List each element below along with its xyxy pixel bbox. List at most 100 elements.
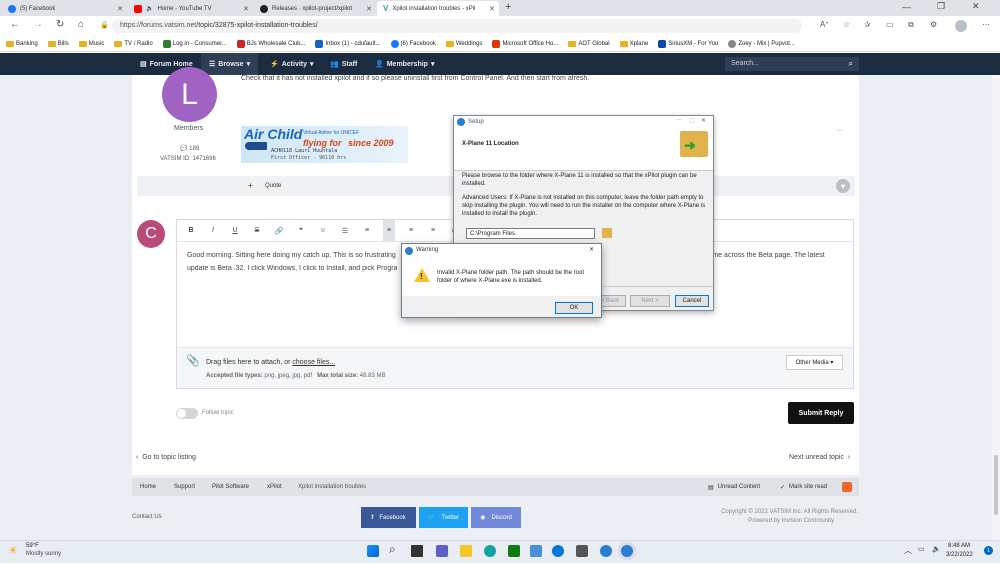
next-unread-topic-link[interactable]: Next unread topic › <box>789 454 850 461</box>
setup-taskbar-icon[interactable] <box>621 545 633 557</box>
minimize-button[interactable]: — <box>676 117 682 123</box>
page-scrollbar[interactable] <box>992 75 1000 540</box>
clock-time[interactable]: 8:48 AM <box>948 543 970 549</box>
back-arrow-icon[interactable]: ← <box>10 19 20 30</box>
other-media-button[interactable]: Other Media ▾ <box>786 355 843 370</box>
breadcrumb-support[interactable]: Support <box>174 478 195 496</box>
favorites-icon[interactable]: ✰ <box>864 20 871 29</box>
tab-xpilot-topic[interactable]: V Xpilot installation troubles - xPil ✕ <box>377 1 499 16</box>
nav-staff[interactable]: 👥 Staff <box>330 53 357 75</box>
align-right-icon[interactable]: ≡ <box>427 227 439 234</box>
volume-icon[interactable]: 🔈 <box>932 545 941 553</box>
xbox-icon[interactable] <box>508 545 520 557</box>
app-icon[interactable] <box>576 545 588 557</box>
go-to-topic-listing-link[interactable]: ‹ Go to topic listing <box>136 454 196 461</box>
follow-topic-toggle[interactable] <box>176 408 198 419</box>
maximize-button[interactable]: ❐ <box>937 1 945 12</box>
multiquote-plus-icon[interactable]: + <box>248 181 253 190</box>
xplane-path-input[interactable]: C:\Program Files <box>466 228 595 239</box>
contact-us-link[interactable]: Contact Us <box>132 514 162 520</box>
search-icon[interactable]: ⌕ <box>849 59 853 69</box>
collections-icon[interactable]: ⧉ <box>908 20 914 30</box>
breadcrumb-xpilot[interactable]: xPilot <box>267 478 282 496</box>
clock-date[interactable]: 3/22/2022 <box>946 552 973 558</box>
app-icon[interactable] <box>530 545 542 557</box>
attachment-dropzone[interactable] <box>177 347 853 388</box>
scrollbar-thumb[interactable] <box>994 455 998 515</box>
bookmark-link[interactable]: (6) Facebook <box>390 39 436 48</box>
refresh-icon[interactable]: ↻ <box>56 19 64 30</box>
bookmark-folder[interactable]: Music <box>78 40 104 47</box>
strikethrough-icon[interactable]: S <box>251 227 263 234</box>
link-icon[interactable]: 🔗 <box>273 227 285 235</box>
edge-browser-icon[interactable] <box>484 545 496 557</box>
extensions-icon[interactable]: ⚙ <box>930 20 937 29</box>
twitter-button[interactable]: 🐦 Twitter <box>419 507 468 528</box>
browse-folder-icon[interactable] <box>602 228 612 238</box>
quote-icon[interactable]: ❞ <box>295 227 307 235</box>
tab-facebook[interactable]: (5) Facebook ✕ <box>2 1 127 16</box>
bookmark-link[interactable]: Zoey - Mix | Pupvot... <box>728 39 795 48</box>
app-icon[interactable] <box>600 545 612 557</box>
breadcrumb-home[interactable]: Home <box>140 478 156 496</box>
close-tab-icon[interactable]: ✕ <box>117 5 123 13</box>
teams-chat-icon[interactable] <box>436 545 448 557</box>
warning-close-button[interactable]: ✕ <box>589 246 594 253</box>
weather-desc[interactable]: Mostly sunny <box>26 551 61 557</box>
app-icon[interactable] <box>552 545 564 557</box>
url-field[interactable]: https://forums.vatsim.net/topic/32875-xp… <box>112 19 802 33</box>
tab-youtube-tv[interactable]: 🔈 Home - YouTube TV ✕ <box>128 1 253 16</box>
windows-start-icon[interactable] <box>367 545 379 557</box>
breadcrumb-pilot-software[interactable]: Pilot Software <box>212 478 249 496</box>
new-tab-button[interactable]: + <box>505 1 511 13</box>
minimize-button[interactable]: — <box>902 2 911 12</box>
weather-sun-icon[interactable]: ☀ <box>8 544 18 557</box>
close-tab-icon[interactable]: ✕ <box>489 5 495 13</box>
setup-close-button[interactable]: ✕ <box>701 117 706 124</box>
bookmark-folder[interactable]: Xplane <box>619 40 648 47</box>
nav-browse[interactable]: ☰ Browse ▾ <box>201 53 259 75</box>
heart-icon[interactable]: ♥ <box>836 179 850 193</box>
align-left-icon[interactable]: ≡ <box>383 219 395 242</box>
post-options-icon[interactable]: ⋯ <box>836 127 842 134</box>
split-screen-icon[interactable]: ▭ <box>886 20 894 29</box>
file-explorer-icon[interactable] <box>460 545 472 557</box>
emoji-icon[interactable]: ☺ <box>317 227 329 234</box>
bookmark-link[interactable]: SiriusXM - For You <box>658 39 718 48</box>
warning-ok-button[interactable]: OK <box>555 302 593 314</box>
nav-membership[interactable]: 👤 Membership ▾ <box>375 53 434 75</box>
bullet-list-icon[interactable]: ☰ <box>339 227 351 235</box>
close-window-button[interactable]: ✕ <box>972 1 980 12</box>
bookmark-link[interactable]: Inbox (1) - cdufault... <box>315 39 381 48</box>
close-tab-icon[interactable]: ✕ <box>366 5 372 13</box>
nav-activity[interactable]: ⚡ Activity ▾ <box>270 53 314 75</box>
read-aloud-icon[interactable]: Aᐩ <box>820 20 828 29</box>
choose-files-link[interactable]: choose files... <box>292 359 335 366</box>
discord-button[interactable]: ◉ Discord <box>471 507 521 528</box>
bookmark-folder[interactable]: Bills <box>47 40 69 47</box>
underline-icon[interactable]: U <box>229 227 241 234</box>
show-hidden-icons[interactable]: ︿ <box>904 545 912 556</box>
favorite-star-icon[interactable]: ☆ <box>843 20 850 29</box>
network-icon[interactable]: ▭ <box>918 545 925 553</box>
setup-cancel-button[interactable]: Cancel <box>675 295 709 307</box>
notification-badge[interactable]: 1 <box>984 546 993 555</box>
bookmark-folder[interactable]: TV / Radio <box>114 40 153 47</box>
bookmark-link[interactable]: Microsoft Office Ho... <box>492 39 558 48</box>
bookmark-folder[interactable]: AOT Global <box>568 40 610 47</box>
bookmark-link[interactable]: BJs Wholesale Club... <box>236 39 305 48</box>
submit-reply-button[interactable]: Submit Reply <box>788 402 854 424</box>
bold-icon[interactable]: B <box>185 227 197 234</box>
facebook-button[interactable]: f Facebook <box>361 507 416 528</box>
mark-site-read-link[interactable]: ✓ Mark site read <box>780 478 827 496</box>
task-view-icon[interactable] <box>411 545 423 557</box>
author-avatar[interactable]: L <box>162 67 217 122</box>
forward-arrow-icon[interactable]: → <box>33 19 43 30</box>
lock-icon[interactable]: 🔒 <box>100 21 109 29</box>
profile-avatar[interactable] <box>955 20 967 32</box>
maximize-button[interactable]: ▢ <box>689 117 695 124</box>
weather-temp[interactable]: 59°F <box>26 543 39 549</box>
unread-content-link[interactable]: ▤ Unread Content <box>708 478 760 496</box>
italic-icon[interactable]: I <box>207 227 219 234</box>
quote-button[interactable]: Quote <box>265 183 281 189</box>
